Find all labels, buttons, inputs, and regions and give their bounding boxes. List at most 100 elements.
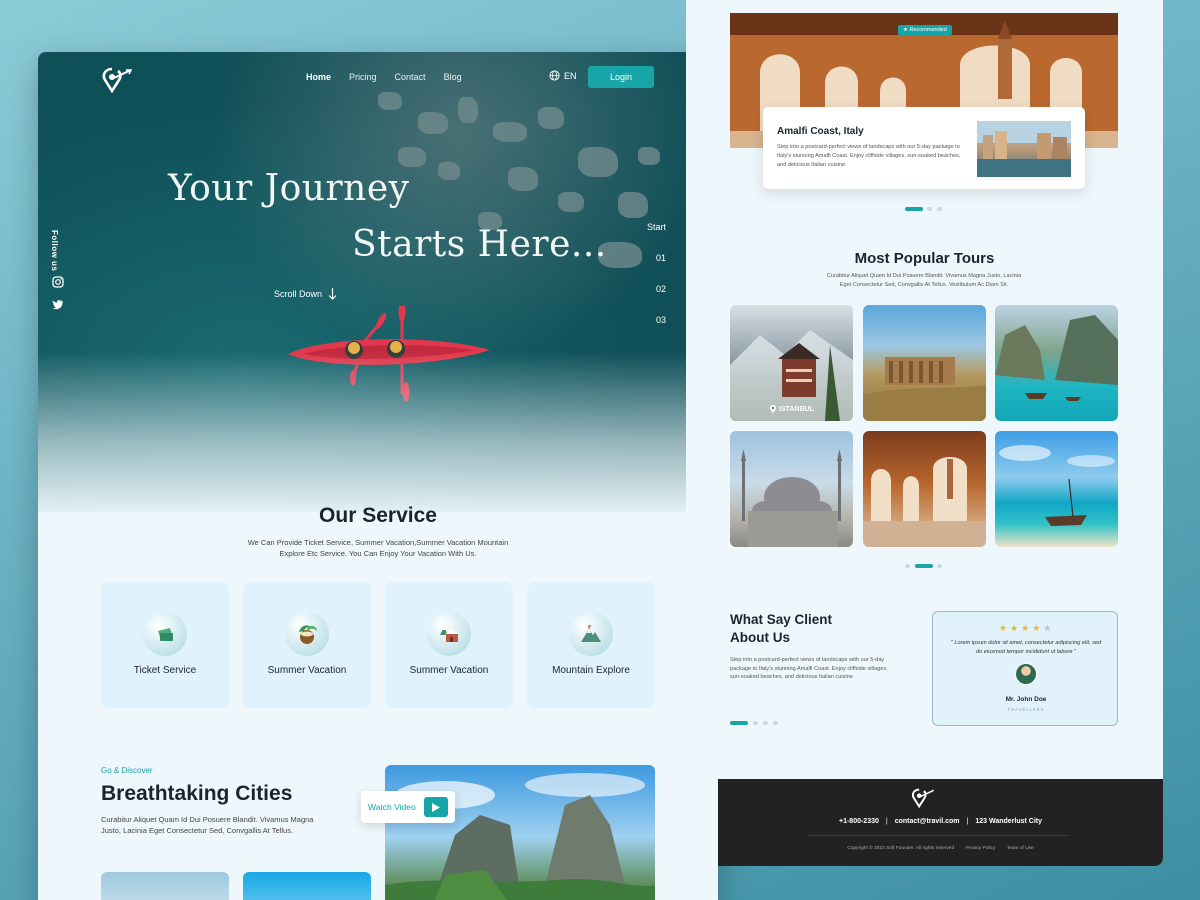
login-button[interactable]: Login (588, 66, 654, 88)
landing-page-right: ★ Recommended Amalfi Coast, Italy Step i… (686, 0, 1163, 866)
footer: +1-800-2330 | contact@travil.com | 123 Wande… (718, 779, 1163, 866)
scroll-down-label: Scroll Down (274, 289, 323, 299)
instagram-icon[interactable] (52, 276, 64, 288)
rock-decor (618, 192, 648, 218)
tour-card-mosque[interactable] (730, 431, 853, 547)
testimonial-card: ★ ★ ★ ★ ★ " Lorem ipsum dolor sit amet, cons… (932, 611, 1118, 726)
rock-decor (538, 107, 564, 129)
rock-decor (638, 147, 660, 165)
testimonial-name: Mr. John Doe (1005, 696, 1047, 703)
service-card-label: Mountain Explore (552, 665, 630, 676)
tour-card-istanbul[interactable]: ISTANBUL (730, 305, 853, 421)
rating-stars: ★ ★ ★ ★ ★ (999, 623, 1051, 634)
rock-decor (378, 92, 402, 110)
rock-decor (558, 192, 584, 212)
cities-title: Breathtaking Cities (101, 782, 293, 805)
globe-icon (549, 70, 560, 81)
city-card-thumbnail[interactable] (243, 872, 371, 900)
carousel-dot-active[interactable] (915, 564, 933, 568)
service-card-summer-vacation[interactable]: Summer Vacation (243, 582, 371, 708)
avatar (1015, 663, 1037, 685)
testimonial-role: TRAVELLERS (1007, 707, 1045, 712)
carousel-dot-active[interactable] (905, 207, 923, 211)
star-filled-icon: ★ (999, 623, 1008, 633)
footer-terms-link[interactable]: Team of Use (1007, 846, 1034, 851)
language-label: EN (564, 70, 577, 81)
testimonial-section-title: What Say Client About Us (730, 612, 833, 645)
carousel-dot[interactable] (937, 207, 942, 211)
carousel-dot[interactable] (927, 207, 932, 211)
testimonial-section-description: Step into a postcard-perfect views of la… (730, 657, 888, 680)
star-filled-icon: ★ (1032, 623, 1041, 633)
brand-logo[interactable] (100, 66, 134, 94)
testimonial-quote: " Lorem ipsum dolor sit amet, consectetu… (950, 640, 1102, 655)
language-selector[interactable]: EN (549, 70, 577, 81)
service-card-label: Summer Vacation (267, 665, 347, 676)
tour-card-plaza[interactable] (863, 431, 986, 547)
footer-address: 123 Wanderlust City (975, 818, 1042, 825)
footer-copyright: Copyright © 2023 Soft Founder. All right… (847, 846, 955, 851)
footer-email[interactable]: contact@travil.com (895, 818, 960, 825)
service-card-ticket[interactable]: Ticket Service (101, 582, 229, 708)
carousel-dot[interactable] (773, 721, 778, 725)
rock-decor (578, 147, 618, 177)
service-card-mountain[interactable]: Mountain Explore (527, 582, 655, 708)
service-subtitle: We Can Provide Ticket Service, Summer Va… (247, 538, 509, 558)
cities-subtitle: Curabitur Aliquet Quam Id Dui Posuere Bl… (101, 815, 314, 835)
cities-image (385, 765, 655, 900)
hero-title-line1: Your Journey (168, 168, 410, 209)
snow-house-icon (427, 612, 471, 656)
watch-video-button[interactable]: Watch Video (361, 791, 455, 823)
footer-privacy-link[interactable]: Privacy Policy (966, 846, 996, 851)
city-card-thumbnail[interactable] (101, 872, 229, 900)
service-card-label: Summer Vacation (409, 665, 489, 676)
arrow-down-icon (328, 288, 337, 300)
discover-eyebrow: Go & Discover (101, 766, 153, 775)
popular-tours-subtitle: Curabitur Aliquet Quam Id Dui Posuere Bl… (826, 273, 1022, 288)
twitter-icon[interactable] (52, 298, 64, 310)
tour-card-ruins[interactable] (863, 305, 986, 421)
footer-contact: +1-800-2330 | contact@travil.com | 123 Wande… (838, 818, 1042, 825)
service-card-summer-vacation-2[interactable]: Summer Vacation (385, 582, 513, 708)
nav-home[interactable]: Home (306, 72, 331, 82)
rock-decor (418, 112, 448, 134)
carousel-dot[interactable] (905, 564, 910, 568)
carousel-dot[interactable] (937, 564, 942, 568)
follow-us-label: Follow us (50, 230, 59, 272)
coconut-drink-icon (285, 612, 329, 656)
step-01[interactable]: 01 (656, 253, 666, 263)
service-title: Our Service (319, 504, 437, 527)
recommended-title: Amalfi Coast, Italy (777, 126, 864, 137)
nav-pricing[interactable]: Pricing (349, 72, 377, 82)
nav-blog[interactable]: Blog (444, 72, 462, 82)
star-filled-icon: ★ (1021, 623, 1030, 633)
recommended-description: Step into a postcard-perfect views of la… (777, 144, 961, 168)
ticket-icon (143, 612, 187, 656)
star-filled-icon: ★ (1010, 623, 1019, 633)
step-start[interactable]: Start (647, 222, 666, 232)
recommended-badge: ★ Recommended (898, 25, 952, 35)
tour-location-label: ISTANBUL (770, 405, 814, 413)
footer-divider (808, 835, 1068, 836)
carousel-dot[interactable] (763, 721, 768, 725)
rock-decor (493, 122, 527, 142)
step-02[interactable]: 02 (656, 284, 666, 294)
mountain-icon (569, 612, 613, 656)
carousel-dot-active[interactable] (730, 721, 748, 725)
popular-tours-title: Most Popular Tours (854, 250, 995, 267)
tour-card-islands[interactable] (995, 305, 1118, 421)
rock-decor (398, 147, 426, 167)
footer-legal: Copyright © 2023 Soft Founder. All right… (718, 846, 1163, 851)
hero-title-line2: Starts Here... (352, 224, 607, 265)
step-03[interactable]: 03 (656, 315, 666, 325)
carousel-dot[interactable] (753, 721, 758, 725)
scroll-down-link[interactable]: Scroll Down (274, 288, 337, 300)
nav-contact[interactable]: Contact (395, 72, 426, 82)
rock-decor (458, 97, 478, 123)
footer-logo[interactable] (910, 787, 936, 809)
recommended-card[interactable]: Amalfi Coast, Italy Step into a postcard… (763, 107, 1085, 189)
tour-card-beach[interactable] (995, 431, 1118, 547)
footer-phone[interactable]: +1-800-2330 (839, 818, 879, 825)
rock-decor (438, 162, 460, 180)
service-card-label: Ticket Service (133, 665, 197, 676)
